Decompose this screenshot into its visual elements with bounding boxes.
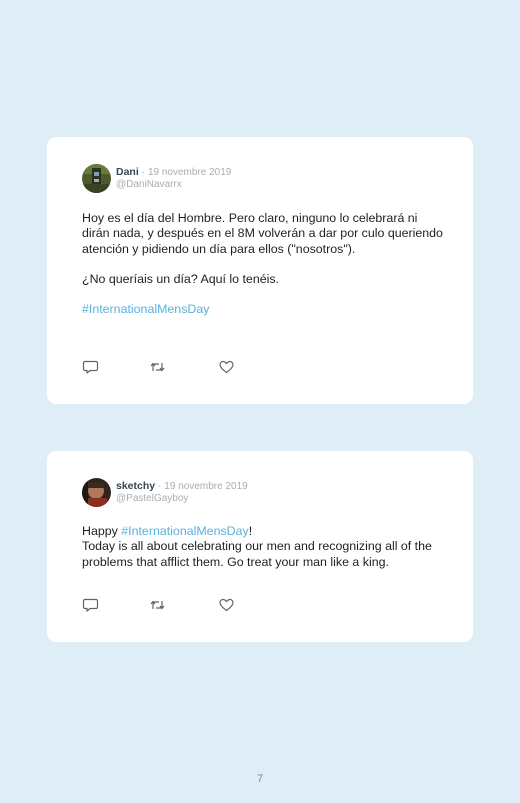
avatar-photo-icon [82,164,111,193]
tweet-meta: sketchy · 19 novembre 2019 @PastelGayboy [116,480,248,505]
tweet-date[interactable]: 19 novembre 2019 [148,167,231,178]
tweet-body: Happy #InternationalMensDay! Today is al… [82,524,447,570]
tweet-meta: Dani · 19 novembre 2019 @DaniNavarrx [116,166,231,191]
avatar[interactable] [82,478,111,507]
tweet-text: ¿No queríais un día? Aquí lo tenéis. [82,271,279,286]
meta-separator: · [158,481,162,492]
hashtag-link[interactable]: #InternationalMensDay [121,524,248,538]
author-name[interactable]: Dani [116,166,139,178]
retweet-icon[interactable] [149,597,166,613]
tweet-card: Dani · 19 novembre 2019 @DaniNavarrx Hoy… [47,137,473,404]
avatar[interactable] [82,164,111,193]
page-number: 7 [256,773,264,785]
retweet-icon[interactable] [149,359,166,375]
tweet-body: Hoy es el día del Hombre. Pero claro, ni… [82,211,447,317]
reply-icon[interactable] [82,359,99,375]
tweet-text: Happy #InternationalMensDay! [82,524,447,539]
tweet-text-before: Happy [82,524,122,538]
author-handle[interactable]: @DaniNavarrx [116,179,231,191]
reply-icon[interactable] [82,597,99,613]
tweet-actions [82,597,282,613]
avatar-photo-icon [82,478,111,507]
tweet-text: Today is all about celebrating our men a… [82,539,432,569]
hashtag-link[interactable]: #InternationalMensDay [82,302,209,316]
tweet-text-after: ! [248,524,253,538]
tweet-card: sketchy · 19 novembre 2019 @PastelGayboy… [47,451,473,642]
like-icon[interactable] [218,359,235,375]
meta-separator: · [141,167,146,178]
author-name[interactable]: sketchy [116,480,155,492]
tweet-actions [82,359,282,375]
author-handle[interactable]: @PastelGayboy [116,493,248,505]
like-icon[interactable] [218,597,235,613]
tweet-date[interactable]: 19 novembre 2019 [164,481,247,492]
tweet-text: Hoy es el día del Hombre. Pero claro, ni… [82,211,443,256]
